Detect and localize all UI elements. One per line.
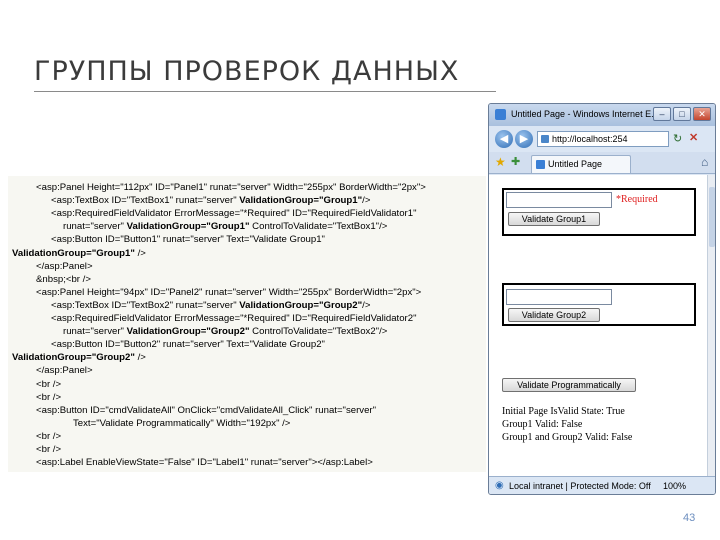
code-line: &nbsp;<br /> xyxy=(36,274,91,285)
page-number: 43 xyxy=(683,512,696,524)
tab-label: Untitled Page xyxy=(548,159,603,169)
code-line: runat="server" ValidationGroup="Group1" … xyxy=(63,221,387,232)
status-bar: ◉ Local intranet | Protected Mode: Off 1… xyxy=(489,476,715,494)
validate-group2-button[interactable]: Validate Group2 xyxy=(508,308,600,322)
page-icon xyxy=(541,135,549,143)
code-line: </asp:Panel> xyxy=(36,365,93,376)
code-line: <asp:Button ID="Button1" runat="server" … xyxy=(51,234,325,245)
code-text: /> xyxy=(134,352,146,364)
tab-untitled-page[interactable]: Untitled Page xyxy=(531,155,631,173)
vertical-scrollbar[interactable] xyxy=(707,175,715,476)
security-zone: Local intranet | Protected Mode: Off xyxy=(509,481,651,491)
maximize-button[interactable]: □ xyxy=(673,107,691,121)
code-text: <asp:Button ID="Button1" runat="server" … xyxy=(51,234,325,246)
star-icon[interactable]: ★ xyxy=(495,155,506,169)
code-line: <br /> xyxy=(36,444,61,455)
forward-button[interactable]: ▶ xyxy=(515,130,533,148)
required-message-1: *Required xyxy=(616,194,658,205)
code-line: <br /> xyxy=(36,379,61,390)
code-line: <asp:RequiredFieldValidator ErrorMessage… xyxy=(51,313,417,324)
code-highlight: ValidationGroup="Group1" xyxy=(239,195,363,207)
add-favorite-icon[interactable]: ✚ xyxy=(511,155,520,168)
code-text: /> xyxy=(362,195,371,207)
ie-icon xyxy=(495,109,506,120)
validate-group1-button[interactable]: Validate Group1 xyxy=(508,212,600,226)
code-text: <asp:Panel Height="112px" ID="Panel1" ru… xyxy=(36,182,426,193)
code-text: runat="server" xyxy=(63,326,127,338)
code-text: <asp:RequiredFieldValidator ErrorMessage… xyxy=(51,313,417,324)
code-text: <asp:Panel Height="94px" ID="Panel2" run… xyxy=(36,286,422,298)
code-highlight: ValidationGroup="Group2" xyxy=(126,326,250,338)
code-line: <asp:Button ID="cmdValidateAll" OnClick=… xyxy=(36,405,376,416)
code-line: <asp:TextBox ID="TextBox2" runat="server… xyxy=(51,300,370,311)
result-line: Initial Page IsValid State: True xyxy=(502,406,625,417)
panel-group2: Validate Group2 xyxy=(502,283,696,326)
textbox2[interactable] xyxy=(506,289,612,305)
code-line: runat="server" ValidationGroup="Group2" … xyxy=(63,326,387,337)
title-underline xyxy=(34,91,496,92)
code-text: Text="Validate Programmatically" Width="… xyxy=(73,417,291,429)
code-text: ControlToValidate="TextBox1"/> xyxy=(249,221,388,233)
code-text: </asp:Panel> xyxy=(36,260,93,272)
code-text: </asp:Panel> xyxy=(36,365,93,377)
code-text: <asp:Button ID="Button2" runat="server" … xyxy=(51,339,325,351)
browser-titlebar: Untitled Page - Windows Internet E... – … xyxy=(489,104,715,126)
code-text: <asp:Button ID="cmdValidateAll" OnClick=… xyxy=(36,404,377,416)
code-line: <br /> xyxy=(36,392,61,403)
globe-icon: ◉ xyxy=(495,480,504,491)
address-text: http://localhost:254 xyxy=(552,134,628,144)
code-line: <asp:Panel Height="112px" ID="Panel1" ru… xyxy=(36,182,426,193)
window-title: Untitled Page - Windows Internet E... xyxy=(511,109,659,119)
code-line: ValidationGroup="Group1" /> xyxy=(12,248,146,259)
validate-programmatically-button[interactable]: Validate Programmatically xyxy=(502,378,636,392)
code-text: /> xyxy=(134,247,146,259)
address-bar[interactable]: http://localhost:254 xyxy=(537,131,669,147)
stop-icon[interactable]: ✕ xyxy=(689,131,698,144)
code-text: <br /> xyxy=(36,391,62,403)
code-text: <asp:RequiredFieldValidator ErrorMessage… xyxy=(51,208,417,220)
code-line: <br /> xyxy=(36,431,61,442)
refresh-icon[interactable]: ↻ xyxy=(673,132,682,145)
code-line: <asp:Label EnableViewState="False" ID="L… xyxy=(36,457,373,468)
code-text: <br /> xyxy=(36,378,62,390)
code-highlight: ValidationGroup="Group1" xyxy=(12,247,135,259)
textbox1[interactable] xyxy=(506,192,612,208)
code-highlight: ValidationGroup="Group1" xyxy=(126,221,250,233)
browser-window: Untitled Page - Windows Internet E... – … xyxy=(488,103,716,495)
code-line: <asp:RequiredFieldValidator ErrorMessage… xyxy=(51,208,417,219)
zoom-level[interactable]: 100% xyxy=(663,481,686,491)
tab-page-icon xyxy=(536,160,545,169)
code-line: <asp:Panel Height="94px" ID="Panel2" run… xyxy=(36,287,421,298)
code-highlight: ValidationGroup="Group2" xyxy=(239,299,363,311)
home-icon[interactable]: ⌂ xyxy=(701,155,708,169)
page-content: *Required Validate Group1 Validate Group… xyxy=(489,175,707,476)
code-line: <asp:TextBox ID="TextBox1" runat="server… xyxy=(51,195,370,206)
code-text: runat="server" xyxy=(63,221,127,233)
code-line: </asp:Panel> xyxy=(36,261,93,272)
minimize-button[interactable]: – xyxy=(653,107,671,121)
code-listing: <asp:Panel Height="112px" ID="Panel1" ru… xyxy=(8,176,486,472)
navigation-bar: ◀ ▶ http://localhost:254 ↻ ✕ xyxy=(489,126,715,152)
code-text: /> xyxy=(362,299,371,311)
code-text: &nbsp;<br /> xyxy=(36,273,91,285)
close-button[interactable]: ✕ xyxy=(693,107,711,121)
panel-group1: *Required Validate Group1 xyxy=(502,188,696,236)
code-line: <asp:Button ID="Button2" runat="server" … xyxy=(51,339,325,350)
code-text: <br /> xyxy=(36,444,62,455)
slide-title: ГРУППЫ ПРОВЕРОК ДАННЫХ xyxy=(34,56,460,87)
code-text: <asp:TextBox ID="TextBox1" runat="server… xyxy=(51,195,240,207)
scrollbar-thumb[interactable] xyxy=(709,187,715,247)
code-text: <br /> xyxy=(36,430,62,442)
code-highlight: ValidationGroup="Group2" xyxy=(12,352,135,364)
code-line: ValidationGroup="Group2" /> xyxy=(12,352,146,363)
tab-bar: ★ ✚ Untitled Page ⌂ xyxy=(489,152,715,174)
result-line: Group1 and Group2 Valid: False xyxy=(502,432,633,443)
result-line: Group1 Valid: False xyxy=(502,419,583,430)
code-text: <asp:Label EnableViewState="False" ID="L… xyxy=(36,457,373,469)
code-line: Text="Validate Programmatically" Width="… xyxy=(73,418,290,429)
code-text: ControlToValidate="TextBox2"/> xyxy=(249,326,388,338)
back-button[interactable]: ◀ xyxy=(495,130,513,148)
code-text: <asp:TextBox ID="TextBox2" runat="server… xyxy=(51,299,240,311)
